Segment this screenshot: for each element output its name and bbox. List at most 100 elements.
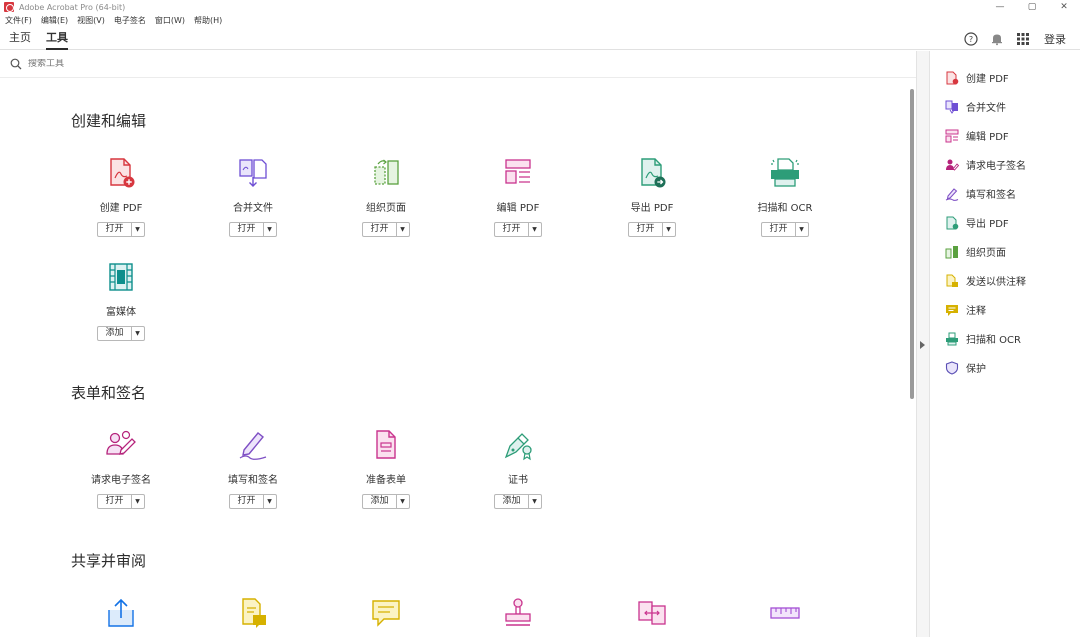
tool-label: 扫描和 OCR bbox=[757, 203, 813, 214]
tool-certificates[interactable]: 证书 添加 ▼ bbox=[458, 428, 578, 509]
header-actions: ? 登录 bbox=[952, 27, 1066, 50]
certificate-pen-icon bbox=[501, 428, 535, 462]
tool-prepare-form[interactable]: 准备表单 添加 ▼ bbox=[326, 428, 446, 509]
chevron-down-icon[interactable]: ▼ bbox=[794, 223, 808, 236]
minimize-button[interactable]: — bbox=[984, 0, 1016, 14]
chevron-down-icon[interactable]: ▼ bbox=[130, 223, 144, 236]
tool-request-signature[interactable]: 请求电子签名 打开 ▼ bbox=[61, 428, 181, 509]
tool-fill-sign[interactable]: 填写和签名 打开 ▼ bbox=[193, 428, 313, 509]
tab-bar: 主页 工具 ? 登录 bbox=[0, 27, 1080, 50]
menu-file[interactable]: 文件(F) bbox=[5, 15, 32, 26]
tool-scan-ocr[interactable]: 扫描和 OCR 打开 ▼ bbox=[725, 156, 845, 237]
login-button[interactable]: 登录 bbox=[1044, 31, 1066, 47]
panel-item-send-comments[interactable]: 发送以供注释 bbox=[945, 270, 1026, 290]
panel-item-export-pdf[interactable]: 导出 PDF bbox=[945, 212, 1009, 232]
section-title-create-edit: 创建和编辑 bbox=[71, 112, 147, 130]
search-icon bbox=[10, 55, 22, 74]
tab-tools[interactable]: 工具 bbox=[46, 27, 68, 50]
panel-item-comment[interactable]: 注释 bbox=[945, 299, 986, 319]
chevron-down-icon[interactable]: ▼ bbox=[527, 223, 541, 236]
tool-compare-files[interactable] bbox=[592, 596, 712, 630]
tool-send-comments[interactable] bbox=[193, 596, 313, 630]
comment-icon bbox=[945, 302, 959, 316]
tool-create-pdf[interactable]: 创建 PDF 打开 ▼ bbox=[61, 156, 181, 237]
rich-media-icon bbox=[104, 260, 138, 294]
chevron-down-icon[interactable]: ▼ bbox=[395, 223, 409, 236]
tool-stamp[interactable] bbox=[458, 596, 578, 630]
tool-combine-files[interactable]: 合并文件 打开 ▼ bbox=[193, 156, 313, 237]
tool-label: 准备表单 bbox=[366, 475, 406, 486]
prepare-form-icon bbox=[369, 428, 403, 462]
open-button[interactable]: 打开 ▼ bbox=[229, 222, 277, 237]
share-upload-icon bbox=[104, 596, 138, 630]
menu-help[interactable]: 帮助(H) bbox=[194, 15, 222, 26]
panel-item-combine-files[interactable]: 合并文件 bbox=[945, 96, 1006, 116]
open-button[interactable]: 打开 ▼ bbox=[628, 222, 676, 237]
acrobat-logo-icon bbox=[4, 2, 14, 12]
ruler-icon bbox=[768, 596, 802, 630]
tools-main-area: 创建和编辑 创建 PDF 打开 ▼ 合并文件 打开 ▼ 组织页面 打开 ▼ 编辑 PD… bbox=[0, 79, 908, 637]
tool-share[interactable] bbox=[61, 596, 181, 630]
panel-item-protect[interactable]: 保护 bbox=[945, 357, 986, 377]
window-controls: — ▢ ✕ bbox=[984, 0, 1080, 14]
open-button[interactable]: 打开 ▼ bbox=[97, 222, 145, 237]
collapse-panel-icon[interactable] bbox=[920, 341, 925, 349]
add-button[interactable]: 添加 ▼ bbox=[97, 326, 145, 341]
tool-rich-media[interactable]: 富媒体 添加 ▼ bbox=[61, 260, 181, 341]
tool-search-bar bbox=[0, 51, 916, 78]
send-comments-icon bbox=[236, 596, 270, 630]
apps-grid-icon[interactable] bbox=[1016, 32, 1030, 46]
tool-measure[interactable] bbox=[725, 596, 845, 630]
help-icon[interactable]: ? bbox=[964, 31, 978, 46]
open-button[interactable]: 打开 ▼ bbox=[494, 222, 542, 237]
tab-home[interactable]: 主页 bbox=[9, 27, 31, 50]
section-title-share-review: 共享并审阅 bbox=[71, 552, 147, 570]
chevron-down-icon[interactable]: ▼ bbox=[395, 495, 409, 508]
panel-item-request-signature[interactable]: 请求电子签名 bbox=[945, 154, 1026, 174]
tool-label: 导出 PDF bbox=[630, 203, 674, 214]
tool-edit-pdf[interactable]: 编辑 PDF 打开 ▼ bbox=[458, 156, 578, 237]
tool-label: 合并文件 bbox=[233, 203, 273, 214]
export-pdf-icon bbox=[635, 156, 669, 190]
tool-label: 证书 bbox=[508, 475, 528, 486]
bell-icon[interactable] bbox=[990, 32, 1004, 46]
edit-pdf-icon bbox=[945, 128, 959, 143]
menu-view[interactable]: 视图(V) bbox=[77, 15, 105, 26]
panel-item-edit-pdf[interactable]: 编辑 PDF bbox=[945, 125, 1009, 145]
tool-label: 填写和签名 bbox=[228, 475, 278, 486]
chevron-down-icon[interactable]: ▼ bbox=[661, 223, 675, 236]
panel-item-create-pdf[interactable]: 创建 PDF bbox=[945, 67, 1009, 87]
add-button[interactable]: 添加 ▼ bbox=[494, 494, 542, 509]
open-button[interactable]: 打开 ▼ bbox=[229, 494, 277, 509]
chevron-down-icon[interactable]: ▼ bbox=[130, 327, 144, 340]
chevron-down-icon[interactable]: ▼ bbox=[262, 495, 276, 508]
menu-window[interactable]: 窗口(W) bbox=[155, 15, 185, 26]
fill-sign-icon bbox=[945, 186, 959, 201]
open-button[interactable]: 打开 ▼ bbox=[761, 222, 809, 237]
close-button[interactable]: ✕ bbox=[1048, 0, 1080, 14]
open-button[interactable]: 打开 ▼ bbox=[362, 222, 410, 237]
panel-item-scan-ocr[interactable]: 扫描和 OCR bbox=[945, 328, 1021, 348]
menu-esign[interactable]: 电子签名 bbox=[114, 15, 146, 26]
export-pdf-icon bbox=[945, 215, 959, 230]
panel-item-organize-pages[interactable]: 组织页面 bbox=[945, 241, 1006, 261]
chevron-down-icon[interactable]: ▼ bbox=[130, 495, 144, 508]
open-button[interactable]: 打开 ▼ bbox=[97, 494, 145, 509]
main-scrollbar[interactable] bbox=[908, 79, 916, 637]
fill-sign-icon bbox=[236, 428, 270, 462]
compare-files-icon bbox=[635, 596, 669, 630]
maximize-button[interactable]: ▢ bbox=[1016, 0, 1048, 14]
send-comments-icon bbox=[945, 273, 959, 287]
add-button[interactable]: 添加 ▼ bbox=[362, 494, 410, 509]
organize-pages-icon bbox=[369, 156, 403, 190]
tool-organize-pages[interactable]: 组织页面 打开 ▼ bbox=[326, 156, 446, 237]
scrollbar-thumb[interactable] bbox=[910, 89, 914, 399]
search-input[interactable] bbox=[28, 59, 328, 69]
menu-edit[interactable]: 编辑(E) bbox=[41, 15, 68, 26]
panel-item-fill-sign[interactable]: 填写和签名 bbox=[945, 183, 1016, 203]
chevron-down-icon[interactable]: ▼ bbox=[527, 495, 541, 508]
tool-comment[interactable] bbox=[326, 596, 446, 630]
chevron-down-icon[interactable]: ▼ bbox=[262, 223, 276, 236]
tool-label: 富媒体 bbox=[106, 307, 136, 318]
tool-export-pdf[interactable]: 导出 PDF 打开 ▼ bbox=[592, 156, 712, 237]
